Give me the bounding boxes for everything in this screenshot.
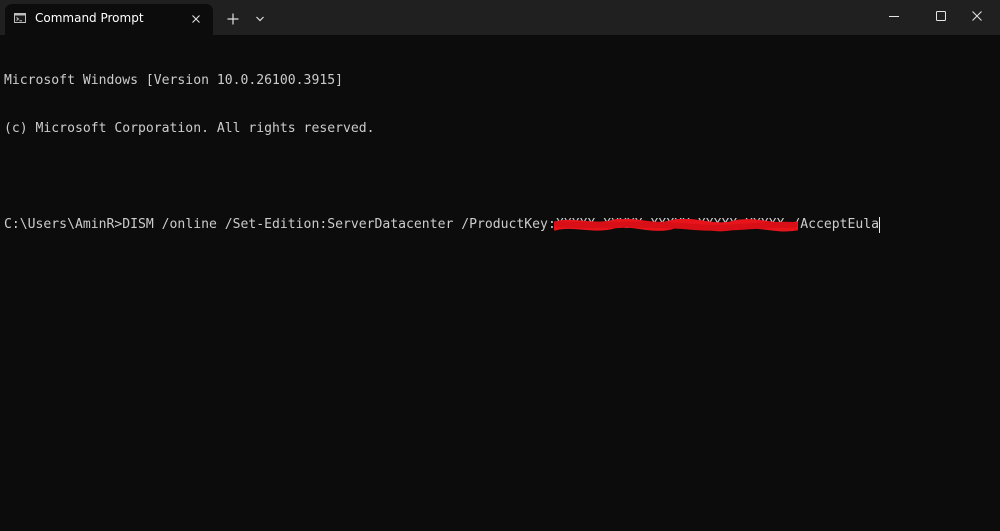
tab-title: Command Prompt	[35, 11, 144, 25]
close-icon	[972, 11, 982, 21]
cmd-terminal-icon	[14, 13, 26, 23]
prompt-path: C:\Users\AminR>	[4, 217, 123, 232]
product-key-text: XXXXX-XXXXX-XXXXX-XXXXX-XXXXX	[555, 217, 785, 232]
title-bar: Command Prompt	[0, 0, 1000, 35]
command-line[interactable]: C:\Users\AminR>DISM /online /Set-Edition…	[4, 217, 994, 233]
terminal-output[interactable]: Microsoft Windows [Version 10.0.26100.39…	[4, 41, 994, 521]
text-cursor	[879, 217, 881, 233]
accept-eula-flag: /AcceptEula	[784, 217, 880, 232]
minimize-icon	[889, 16, 899, 17]
product-key-redacted: XXXXX-XXXXX-XXXXX-XXXXX-XXXXX	[553, 217, 798, 233]
minimize-button[interactable]	[871, 0, 917, 32]
command-prompt-window: Command Prompt Microsoft Windows [Versio…	[0, 0, 1000, 531]
close-window-button[interactable]	[954, 0, 1000, 32]
close-icon	[192, 15, 200, 23]
new-tab-button[interactable]	[222, 8, 244, 30]
plus-icon	[227, 13, 239, 25]
maximize-icon	[936, 11, 946, 21]
copyright-line: (c) Microsoft Corporation. All rights re…	[4, 121, 375, 136]
tab-command-prompt[interactable]: Command Prompt	[5, 4, 213, 35]
command-text: DISM /online /Set-Edition:ServerDatacent…	[122, 217, 556, 232]
tab-dropdown-button[interactable]	[251, 8, 269, 30]
chevron-down-icon	[256, 16, 264, 22]
tab-close-button[interactable]	[188, 11, 204, 27]
version-line: Microsoft Windows [Version 10.0.26100.39…	[4, 73, 343, 88]
